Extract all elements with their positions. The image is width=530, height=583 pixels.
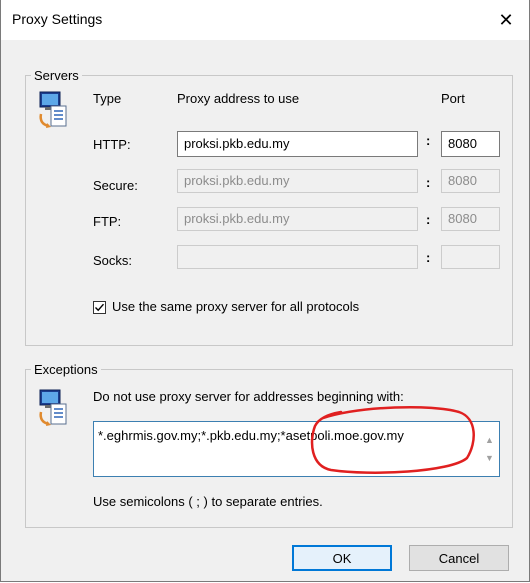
exceptions-scrollbar[interactable]: ▲ ▼ xyxy=(481,423,498,475)
ok-button[interactable]: OK xyxy=(292,545,392,571)
exceptions-instruction: Do not use proxy server for addresses be… xyxy=(93,389,404,404)
socks-colon: : xyxy=(426,250,431,265)
dialog-title: Proxy Settings xyxy=(12,11,103,27)
servers-legend: Servers xyxy=(34,68,79,83)
port-column-header: Port xyxy=(441,91,465,106)
socks-address-input xyxy=(177,245,418,269)
http-address-input[interactable]: proksi.pkb.edu.my xyxy=(177,131,418,157)
proxy-settings-dialog: Proxy Settings ✕ Servers Type Proxy addr… xyxy=(0,0,530,582)
servers-computer-icon xyxy=(39,91,67,128)
http-port-input[interactable]: 8080 xyxy=(441,131,500,157)
scroll-up-icon[interactable]: ▲ xyxy=(481,431,498,448)
ftp-label: FTP: xyxy=(93,214,122,229)
exceptions-computer-icon xyxy=(39,389,67,426)
exceptions-text: *.eghrmis.gov.my;*.pkb.edu.my;*asetpoli.… xyxy=(98,428,404,443)
ftp-address-input: proksi.pkb.edu.my xyxy=(177,207,418,231)
http-label: HTTP: xyxy=(93,137,131,152)
checkmark-icon xyxy=(95,303,105,312)
exceptions-textarea[interactable]: *.eghrmis.gov.my;*.pkb.edu.my;*asetpoli.… xyxy=(93,421,500,477)
ftp-colon: : xyxy=(426,212,431,227)
http-colon: : xyxy=(426,133,431,148)
secure-label: Secure: xyxy=(93,178,138,193)
type-column-header: Type xyxy=(93,91,122,106)
exceptions-hint: Use semicolons ( ; ) to separate entries… xyxy=(93,494,323,509)
socks-port-input xyxy=(441,245,500,269)
secure-address-input: proksi.pkb.edu.my xyxy=(177,169,418,193)
address-column-header: Proxy address to use xyxy=(177,91,300,106)
scroll-down-icon[interactable]: ▼ xyxy=(481,449,498,466)
same-proxy-checkbox[interactable] xyxy=(93,301,106,314)
same-proxy-label[interactable]: Use the same proxy server for all protoc… xyxy=(112,299,359,314)
secure-colon: : xyxy=(426,175,431,190)
ftp-port-input: 8080 xyxy=(441,207,500,231)
title-bar: Proxy Settings ✕ xyxy=(1,0,529,40)
secure-port-input: 8080 xyxy=(441,169,500,193)
cancel-button[interactable]: Cancel xyxy=(409,545,509,571)
close-icon[interactable]: ✕ xyxy=(483,0,529,40)
exceptions-legend: Exceptions xyxy=(34,362,98,377)
socks-label: Socks: xyxy=(93,253,133,268)
